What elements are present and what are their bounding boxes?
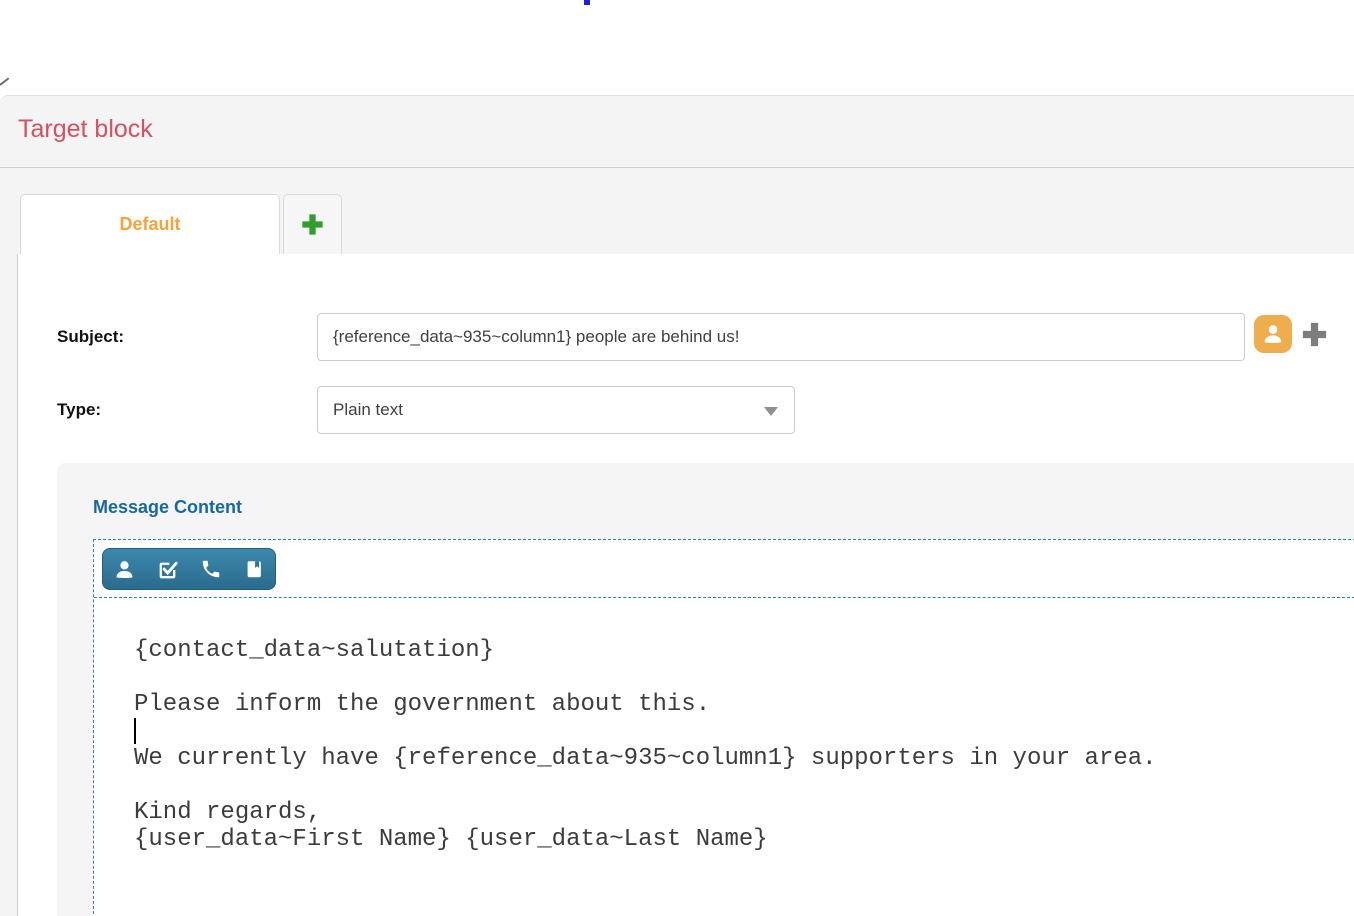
tab-default[interactable]: Default [20,194,280,254]
editor-toolbar [94,540,1354,598]
address-book-icon [243,558,265,580]
type-select-value: Plain text [333,400,403,420]
phone-icon [200,558,222,580]
insert-phone-button[interactable] [189,549,232,589]
plus-icon [1299,319,1330,350]
type-label: Type: [57,386,101,434]
insert-user-data-button[interactable] [103,549,146,589]
subject-input[interactable] [317,313,1245,361]
clipped-browser-icon [584,0,590,5]
target-block-panel: Target block Default Subject: [0,95,1354,916]
subject-label: Subject: [57,313,124,361]
insert-survey-field-button[interactable] [146,549,189,589]
tab-default-label: Default [119,214,180,235]
type-select[interactable]: Plain text [317,386,795,434]
tab-bar: Default [0,168,1354,254]
add-tab-button[interactable] [283,194,342,254]
tab-content: Subject: Type: Plain text Message Co [17,254,1354,916]
chevron-down-icon [764,407,778,416]
message-editor: {contact_data~salutation} Please inform … [93,539,1354,916]
user-icon [113,558,136,581]
message-content-section: Message Content [57,463,1354,916]
toolbar-button-group [102,548,276,590]
checkbox-icon [156,558,179,581]
section-title: Message Content [93,497,242,518]
panel-header: Target block [0,96,1354,168]
message-body-textarea[interactable]: {contact_data~salutation} Please inform … [94,599,1354,916]
text-cursor [134,718,136,744]
add-version-button[interactable] [1297,317,1331,351]
plus-icon [299,211,326,238]
corner-artifact [0,77,9,85]
user-icon [1261,322,1285,346]
page-title: Target block [18,115,153,144]
insert-contact-data-button[interactable] [1254,315,1292,353]
insert-reference-data-button[interactable] [232,549,275,589]
